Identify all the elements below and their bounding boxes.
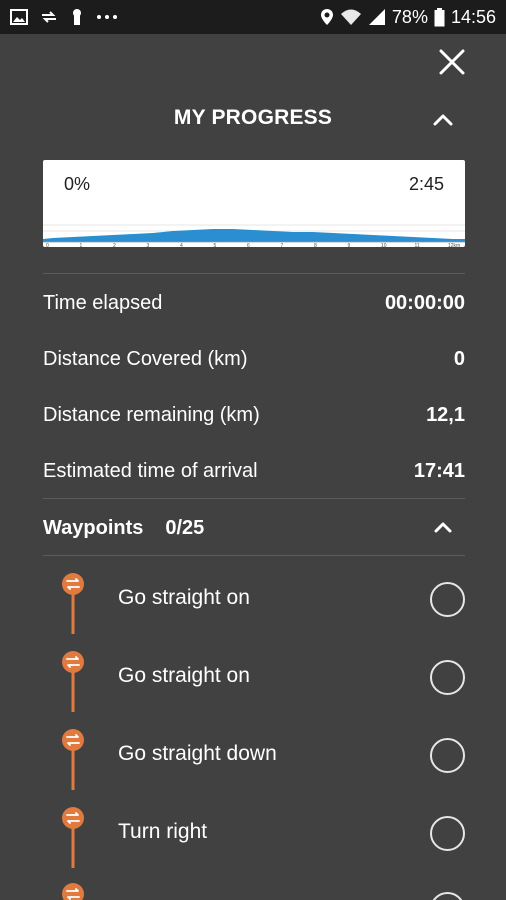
profile-tick-label: 9	[348, 243, 351, 247]
stat-distance-covered: Distance Covered (km) 0	[43, 339, 465, 379]
stat-value: 17:41	[413, 459, 465, 482]
profile-axis-ticks: 0 1 2 3 4 5 6 7 8 9 10 11 12km	[46, 243, 460, 247]
battery-percent: 78%	[391, 6, 428, 27]
status-left	[10, 8, 118, 26]
waypoint-pin-icon	[62, 651, 84, 712]
status-right: 78% 14:56	[320, 7, 496, 28]
progress-percent: 0%	[64, 174, 91, 194]
waypoint-item-partial[interactable]	[0, 882, 506, 900]
profile-tick-label: 10	[381, 243, 387, 247]
battery-icon	[434, 7, 445, 26]
waypoint-label: Go straight on	[118, 586, 250, 609]
image-icon	[10, 9, 28, 25]
stat-label: Estimated time of arrival	[43, 459, 258, 482]
waypoint-checkbox[interactable]	[430, 660, 465, 695]
waypoint-pin-icon	[62, 573, 84, 634]
profile-tick-label: 4	[180, 243, 183, 247]
waypoint-item[interactable]: Turn right	[0, 806, 506, 884]
close-icon	[439, 49, 465, 75]
progress-collapse-button[interactable]	[431, 108, 455, 132]
stat-distance-remaining: Distance remaining (km) 12,1	[43, 395, 465, 435]
waypoints-header: Waypoints 0/25	[43, 510, 465, 546]
stat-label: Distance remaining (km)	[43, 403, 260, 426]
sync-icon	[42, 11, 56, 23]
progress-time: 2:45	[408, 174, 444, 194]
keyhole-icon	[73, 9, 81, 25]
stat-value: 00:00:00	[384, 291, 465, 314]
waypoint-item[interactable]: Go straight down	[0, 728, 506, 806]
waypoint-checkbox[interactable]	[430, 816, 465, 851]
more-dots-icon	[97, 15, 117, 19]
divider	[43, 273, 465, 274]
waypoint-label: Go straight down	[118, 742, 277, 765]
location-icon	[320, 9, 333, 25]
chevron-up-icon	[434, 522, 452, 533]
waypoints-collapse-button[interactable]	[431, 516, 455, 540]
profile-tick-label: 7	[281, 243, 284, 247]
stat-label: Distance Covered (km)	[43, 347, 248, 370]
profile-tick-label: 12km	[448, 243, 460, 247]
signal-icon	[368, 9, 385, 25]
profile-tick-label: 11	[415, 243, 420, 247]
waypoints-title: Waypoints	[43, 516, 144, 539]
profile-tick-label: 8	[314, 243, 317, 247]
divider	[43, 555, 465, 556]
waypoint-pin-icon	[62, 729, 84, 790]
waypoint-label: Turn right	[118, 820, 208, 843]
waypoint-pin-icon	[62, 807, 84, 868]
profile-tick-label: 5	[214, 243, 217, 247]
waypoint-item[interactable]: Go straight on	[0, 572, 506, 650]
clock-time: 14:56	[450, 6, 496, 27]
waypoint-pin-icon	[62, 883, 84, 900]
stat-time-elapsed: Time elapsed 00:00:00	[43, 283, 465, 323]
stat-value: 12,1	[426, 403, 465, 426]
status-bar: 78% 14:56	[0, 0, 506, 34]
profile-tick-label: 0	[46, 243, 49, 247]
wifi-icon	[340, 9, 361, 25]
waypoint-checkbox[interactable]	[430, 892, 465, 900]
divider	[43, 498, 465, 499]
stat-value: 0	[453, 347, 465, 370]
stat-label: Time elapsed	[43, 291, 163, 314]
waypoint-item[interactable]: Go straight on	[0, 650, 506, 728]
profile-tick-label: 6	[247, 243, 250, 247]
waypoint-label: Go straight on	[118, 664, 250, 687]
waypoint-checkbox[interactable]	[430, 738, 465, 773]
waypoints-count: 0/25	[165, 516, 205, 539]
profile-tick-label: 1	[80, 243, 83, 247]
chevron-up-icon	[433, 114, 453, 126]
waypoint-checkbox[interactable]	[430, 582, 465, 617]
stat-eta: Estimated time of arrival 17:41	[43, 451, 465, 491]
progress-card: 0% 2:45 0 1 2 3 4 5 6 7 8 9 10 11 12km	[43, 160, 465, 247]
profile-tick-label: 2	[113, 243, 116, 247]
close-button[interactable]	[438, 48, 466, 76]
profile-tick-label: 3	[147, 243, 150, 247]
elevation-profile-chart: 0 1 2 3 4 5 6 7 8 9 10 11 12km	[43, 224, 465, 247]
